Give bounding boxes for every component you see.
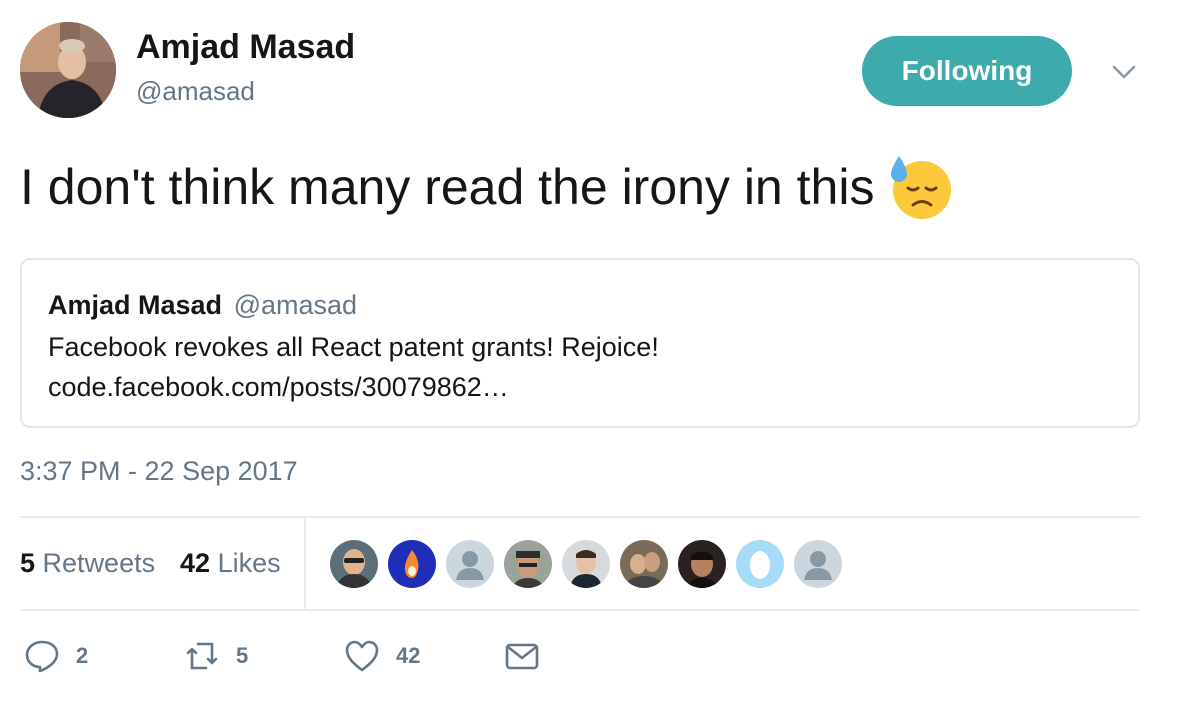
likes-count: 42 — [180, 548, 211, 578]
retweets-stat[interactable]: 5 Retweets — [20, 548, 155, 579]
quoted-tweet-text: Facebook revokes all React patent grants… — [48, 332, 659, 362]
like-count: 42 — [396, 643, 421, 668]
divider — [20, 609, 1140, 611]
quoted-tweet-author: Amjad Masad @amasad — [48, 290, 357, 321]
retweet-button[interactable]: 5 — [184, 638, 248, 674]
envelope-icon — [505, 643, 539, 670]
liker-avatar[interactable] — [562, 540, 610, 588]
tweet-actions: 2 5 42 — [20, 628, 620, 688]
liker-avatar[interactable] — [620, 540, 668, 588]
chevron-down-icon[interactable] — [1112, 60, 1136, 84]
liker-avatar[interactable] — [736, 540, 784, 588]
tweet-header: Amjad Masad @amasad Following — [20, 20, 1150, 120]
reply-count: 2 — [76, 643, 89, 668]
author-avatar[interactable] — [20, 22, 116, 118]
quoted-author-handle: @amasad — [233, 290, 358, 320]
retweet-count: 5 — [236, 643, 249, 668]
liker-avatar[interactable] — [794, 540, 842, 588]
quoted-author-name: Amjad Masad — [48, 290, 223, 320]
reply-button[interactable]: 2 — [24, 638, 88, 674]
liker-avatar[interactable] — [504, 540, 552, 588]
tweet-body: I don't think many read the irony in thi… — [20, 159, 875, 215]
following-button[interactable]: Following — [862, 36, 1072, 106]
author-name[interactable]: Amjad Masad — [136, 28, 355, 67]
likes-label: Likes — [217, 548, 281, 578]
quoted-tweet-card[interactable]: Amjad Masad @amasad Facebook revokes all… — [20, 258, 1140, 428]
likes-stat[interactable]: 42 Likes — [180, 548, 281, 579]
retweets-label: Retweets — [42, 548, 156, 578]
tweet-timestamp[interactable]: 3:37 PM - 22 Sep 2017 — [20, 456, 298, 487]
downcast-face-with-sweat-icon — [886, 152, 954, 220]
liker-avatar[interactable] — [446, 540, 494, 588]
liker-avatar[interactable] — [388, 540, 436, 588]
like-button[interactable]: 42 — [344, 638, 420, 674]
retweets-count: 5 — [20, 548, 36, 578]
heart-icon — [345, 640, 379, 672]
direct-message-button[interactable] — [504, 638, 540, 674]
retweet-icon — [186, 642, 218, 670]
liker-avatar[interactable] — [330, 540, 378, 588]
stats-separator — [304, 518, 306, 610]
author-handle[interactable]: @amasad — [136, 76, 255, 107]
tweet-stats: 5 Retweets 42 Likes — [20, 518, 1140, 610]
reply-icon — [25, 640, 59, 673]
liker-avatar[interactable] — [678, 540, 726, 588]
tweet-text: I don't think many read the irony in thi… — [20, 155, 954, 220]
quoted-tweet-link[interactable]: code.facebook.com/posts/30079862… — [48, 372, 509, 403]
